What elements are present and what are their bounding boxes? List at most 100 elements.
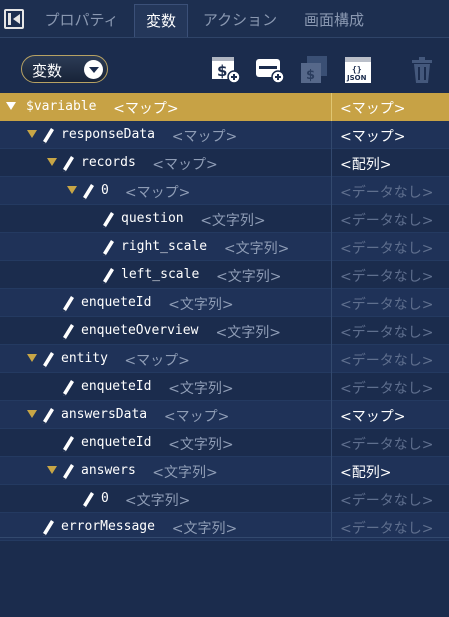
variable-name: 0 bbox=[101, 183, 109, 198]
variable-value: <データなし> bbox=[340, 381, 434, 397]
svg-text:$: $ bbox=[217, 62, 227, 80]
pencil-icon[interactable] bbox=[41, 519, 55, 537]
expand-caret-icon[interactable] bbox=[47, 158, 57, 166]
tree-row[interactable]: responseData <マップ> <マップ> bbox=[0, 121, 449, 149]
pencil-icon[interactable] bbox=[61, 295, 75, 313]
storage-add-icon[interactable] bbox=[255, 55, 285, 85]
column-divider bbox=[331, 373, 332, 401]
column-divider bbox=[331, 205, 332, 233]
column-divider bbox=[331, 233, 332, 261]
expand-caret-icon[interactable] bbox=[6, 102, 16, 110]
variable-type: <文字列> bbox=[215, 325, 281, 341]
tab-bar: プロパティ 変数 アクション 画面構成 bbox=[0, 0, 449, 38]
pencil-icon[interactable] bbox=[41, 407, 55, 425]
tree-row[interactable]: enqueteId <文字列> <データなし> bbox=[0, 373, 449, 401]
variable-name: errorMessage bbox=[61, 519, 155, 534]
variable-name: answersData bbox=[61, 407, 148, 422]
tree-row[interactable]: answers <文字列> <配列> bbox=[0, 457, 449, 485]
tree-row[interactable]: enqueteId <文字列> <データなし> bbox=[0, 289, 449, 317]
pencil-icon[interactable] bbox=[61, 155, 75, 173]
chevron-down-icon bbox=[84, 60, 103, 79]
variable-name: entity bbox=[61, 351, 108, 366]
variable-type: <マップ> bbox=[124, 353, 190, 369]
tree-row[interactable]: entity <マップ> <データなし> bbox=[0, 345, 449, 373]
pencil-icon[interactable] bbox=[61, 323, 75, 341]
column-divider bbox=[331, 289, 332, 317]
variable-value: <マップ> bbox=[340, 101, 406, 117]
variable-value: <配列> bbox=[340, 465, 392, 481]
dollar-add-icon[interactable]: $ bbox=[211, 55, 241, 85]
pencil-icon[interactable] bbox=[101, 239, 115, 257]
expand-caret-icon[interactable] bbox=[67, 186, 77, 194]
variable-value: <データなし> bbox=[340, 241, 434, 257]
tab-properties[interactable]: プロパティ bbox=[30, 4, 133, 37]
column-divider bbox=[331, 149, 332, 177]
pencil-icon[interactable] bbox=[61, 379, 75, 397]
column-divider bbox=[331, 345, 332, 373]
tab-screen-layout[interactable]: 画面構成 bbox=[292, 4, 376, 37]
tree-row[interactable]: question <文字列> <データなし> bbox=[0, 205, 449, 233]
variable-type: <マップ> bbox=[124, 185, 191, 201]
variable-name: records bbox=[81, 155, 136, 170]
variable-name: 0 bbox=[101, 491, 109, 506]
pencil-icon[interactable] bbox=[101, 211, 115, 229]
tree-bottom-divider bbox=[0, 537, 449, 538]
column-divider bbox=[331, 401, 332, 429]
variable-name: enqueteId bbox=[81, 295, 152, 310]
json-icon[interactable]: {} JSON bbox=[344, 55, 374, 85]
variable-name: answers bbox=[81, 463, 136, 478]
pencil-icon[interactable] bbox=[81, 491, 95, 509]
variable-name: right_scale bbox=[121, 239, 208, 254]
expand-caret-icon[interactable] bbox=[27, 130, 37, 138]
variable-type: <文字列> bbox=[168, 297, 234, 313]
pencil-icon[interactable] bbox=[41, 351, 55, 369]
variable-type: <文字列> bbox=[124, 493, 191, 509]
tree-row[interactable]: 0 <文字列> <データなし> bbox=[0, 485, 449, 513]
variable-type: <文字列> bbox=[168, 381, 234, 397]
pencil-icon[interactable] bbox=[81, 183, 95, 201]
tab-variables[interactable]: 変数 bbox=[134, 4, 188, 37]
variable-name: enqueteId bbox=[81, 435, 152, 450]
pencil-icon[interactable] bbox=[61, 463, 75, 481]
column-divider bbox=[331, 485, 332, 513]
variable-value: <データなし> bbox=[340, 521, 434, 537]
column-divider bbox=[331, 317, 332, 345]
variable-value: <データなし> bbox=[340, 353, 434, 369]
pencil-icon[interactable] bbox=[101, 267, 115, 285]
pencil-icon[interactable] bbox=[41, 127, 55, 145]
tree-row[interactable]: enqueteOverview <文字列> <データなし> bbox=[0, 317, 449, 345]
column-divider bbox=[331, 261, 332, 289]
expand-caret-icon[interactable] bbox=[27, 354, 37, 362]
variable-name: question bbox=[121, 211, 184, 226]
tab-actions[interactable]: アクション bbox=[189, 4, 291, 37]
svg-text:{}: {} bbox=[352, 65, 362, 74]
tree-row[interactable]: records <マップ> <配列> bbox=[0, 149, 449, 177]
scope-select[interactable]: 変数 bbox=[21, 55, 108, 83]
variable-type: <マップ> bbox=[163, 409, 230, 425]
variable-type: <文字列> bbox=[200, 213, 266, 229]
expand-caret-icon[interactable] bbox=[27, 410, 37, 418]
scope-select-value: 変数 bbox=[32, 62, 63, 80]
variable-type: <マップ> bbox=[113, 101, 179, 117]
variable-type: <文字列> bbox=[223, 241, 290, 257]
tree-row[interactable]: answersData <マップ> <マップ> bbox=[0, 401, 449, 429]
variable-type: <文字列> bbox=[152, 465, 218, 481]
tree-row[interactable]: enqueteId <文字列> <データなし> bbox=[0, 429, 449, 457]
trash-icon[interactable] bbox=[408, 55, 438, 85]
pencil-icon[interactable] bbox=[61, 435, 75, 453]
variable-name: responseData bbox=[61, 127, 155, 142]
variable-type: <マップ> bbox=[152, 157, 218, 173]
collapse-panel-icon[interactable] bbox=[4, 9, 24, 29]
tree-row[interactable]: $variable <マップ> <マップ> bbox=[0, 93, 449, 121]
variable-value: <データなし> bbox=[340, 493, 434, 509]
expand-caret-icon[interactable] bbox=[47, 466, 57, 474]
dollar-stack-icon[interactable]: $ bbox=[299, 55, 329, 85]
tree-row[interactable]: 0 <マップ> <データなし> bbox=[0, 177, 449, 205]
variable-value: <データなし> bbox=[340, 185, 434, 201]
tree-row[interactable]: left_scale <文字列> <データなし> bbox=[0, 261, 449, 289]
tree-row[interactable]: right_scale <文字列> <データなし> bbox=[0, 233, 449, 261]
variable-name: $variable bbox=[26, 99, 97, 114]
variable-value: <マップ> bbox=[340, 129, 406, 145]
variable-type: <マップ> bbox=[171, 129, 238, 145]
json-icon-label: JSON bbox=[346, 74, 367, 82]
